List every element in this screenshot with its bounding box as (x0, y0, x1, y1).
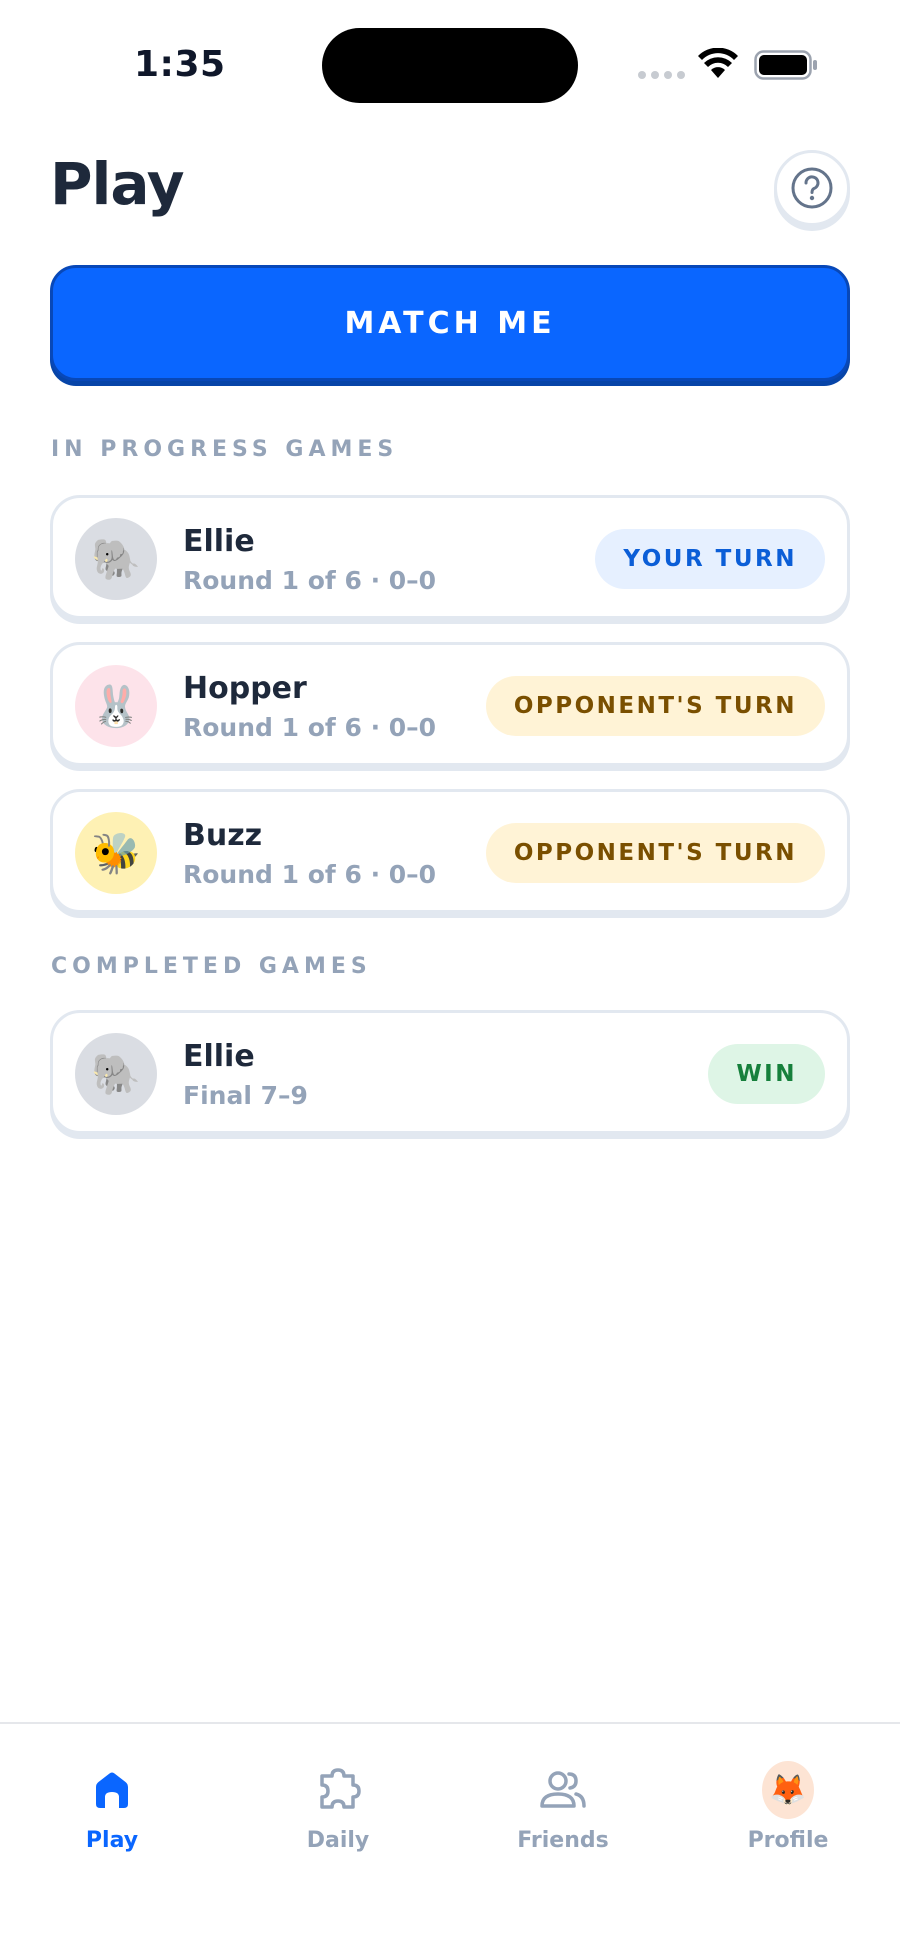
game-card[interactable]: 🐰 Hopper Round 1 of 6 · 0–0 OPPONENT'S T… (50, 642, 850, 766)
help-button[interactable] (774, 150, 850, 226)
status-badge: YOUR TURN (595, 529, 825, 589)
battery-icon (754, 50, 817, 80)
page-title: Play (50, 150, 185, 218)
game-progress: Round 1 of 6 · 0–0 (183, 566, 437, 595)
tab-play[interactable]: Play (32, 1764, 192, 1874)
final-score: Final 7–9 (183, 1081, 308, 1110)
status-badge: OPPONENT'S TURN (485, 676, 825, 736)
tab-label: Profile (747, 1828, 829, 1853)
question-circle-icon (791, 167, 833, 209)
opponent-name: Buzz (183, 818, 263, 853)
opponent-avatar: 🐘 (75, 1033, 157, 1115)
completed-label: COMPLETED GAMES (51, 954, 372, 979)
opponent-avatar: 🐘 (75, 518, 157, 600)
result-badge: WIN (708, 1044, 825, 1104)
game-card[interactable]: 🐘 Ellie Round 1 of 6 · 0–0 YOUR TURN (50, 495, 850, 619)
game-card[interactable]: 🐝 Buzz Round 1 of 6 · 0–0 OPPONENT'S TUR… (50, 789, 850, 913)
opponent-name: Hopper (183, 671, 307, 706)
tab-daily[interactable]: Daily (258, 1764, 418, 1874)
status-bar: 1:35 (0, 0, 900, 120)
tab-label: Play (85, 1828, 139, 1853)
game-progress: Round 1 of 6 · 0–0 (183, 713, 437, 742)
tab-label: Daily (306, 1828, 370, 1853)
tab-label: Friends (517, 1828, 609, 1853)
status-badge: OPPONENT'S TURN (485, 823, 825, 883)
opponent-avatar: 🐝 (75, 812, 157, 894)
tab-bar: Play Daily Friends 🦊 Profile (0, 1722, 900, 1955)
game-progress: Round 1 of 6 · 0–0 (183, 860, 437, 889)
puzzle-icon (312, 1764, 364, 1816)
home-icon (86, 1764, 138, 1816)
tab-profile[interactable]: 🦊 Profile (708, 1761, 868, 1874)
game-card[interactable]: 🐘 Ellie Final 7–9 WIN (50, 1010, 850, 1134)
opponent-name: Ellie (183, 524, 255, 559)
match-me-button[interactable]: MATCH ME (50, 265, 850, 381)
cellular-signal-icon (638, 71, 685, 79)
friends-icon (537, 1764, 589, 1816)
status-time: 1:35 (134, 44, 226, 85)
opponent-name: Ellie (183, 1039, 255, 1074)
in-progress-label: IN PROGRESS GAMES (51, 437, 399, 462)
wifi-icon (698, 48, 738, 78)
dynamic-island (322, 28, 578, 103)
fox-avatar: 🦊 (762, 1761, 814, 1819)
opponent-avatar: 🐰 (75, 665, 157, 747)
tab-friends[interactable]: Friends (483, 1764, 643, 1874)
